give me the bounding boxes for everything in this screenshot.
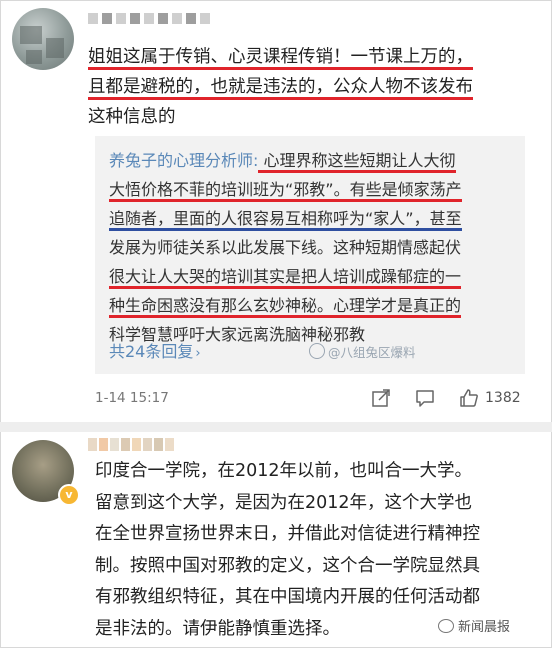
username-blurred[interactable]: [88, 438, 174, 451]
view-replies-link[interactable]: 共24条回复 ›: [109, 338, 201, 362]
quote-line: 发展为师徒关系以此发展下线。这种短期情感起伏: [109, 238, 462, 257]
quoted-username[interactable]: 养兔子的心理分析师:: [109, 151, 258, 170]
username-blurred[interactable]: [88, 13, 210, 24]
watermark: @八组兔区爆料: [309, 342, 416, 361]
watermark-text: @八组兔区爆料: [328, 345, 416, 360]
comment-line: 留意到这个大学，是因为在2012年，这个大学也: [95, 492, 473, 513]
share-icon[interactable]: [371, 388, 391, 408]
quote-line: 心理界称这些短期让人大彻: [258, 151, 456, 173]
comment-line: 在全世界宣扬世界末日，并借此对信徒进行精神控: [95, 524, 480, 544]
timestamp: 1-14 15:17: [95, 390, 169, 406]
comment-line: 有邪教组织特征，其在中国境内开展的任何活动都: [95, 587, 480, 607]
comment-line: 且都是避税的，也就是违法的，公众人物不该发布: [88, 77, 473, 100]
comment-text: 姐姐这属于传销、心灵课程传销！一节课上万的， 且都是避税的，也就是违法的，公众人…: [88, 42, 528, 132]
like-icon[interactable]: [459, 388, 479, 408]
comment-icon[interactable]: [415, 388, 435, 408]
verified-badge-icon: v: [58, 484, 80, 506]
comment-line: 制。按照中国对邪教的定义，这个合一学院显然具: [95, 555, 480, 576]
like-count: 1382: [485, 390, 521, 406]
comment-meta-bar: 1-14 15:17 1382: [95, 388, 525, 412]
chevron-right-icon: ›: [195, 346, 201, 361]
avatar[interactable]: [12, 8, 74, 70]
comment-line: 印度合一学院，在2012年以前，也叫合一大学。: [95, 461, 473, 481]
quote-line: 追随者，里面的人很容易互相称呼为“家人”，甚至: [109, 209, 462, 231]
quote-line: 很大让人大哭的培训其实是把人培训成躁郁症的一: [109, 267, 462, 289]
source-watermark: 新闻晨报: [438, 616, 510, 635]
quoted-reply-box[interactable]: 养兔子的心理分析师: 心理界称这些短期让人大彻 大悟价格不菲的培训班为“邪教”。…: [95, 136, 525, 374]
reply-count-label: 共24条回复: [109, 342, 194, 361]
comment-line: 这种信息的: [88, 107, 176, 127]
wechat-icon: [438, 619, 454, 633]
quote-line: 大悟价格不菲的培训班为“邪教”。有些是倾家荡产: [109, 180, 462, 202]
weibo-logo-icon: [309, 343, 325, 359]
comment-line: 姐姐这属于传销、心灵课程传销！一节课上万的，: [88, 47, 473, 70]
section-divider: [0, 422, 552, 432]
quote-line: 种生命困惑没有那么玄妙神秘。心理学才是真正的: [109, 296, 462, 318]
source-name: 新闻晨报: [458, 620, 511, 635]
